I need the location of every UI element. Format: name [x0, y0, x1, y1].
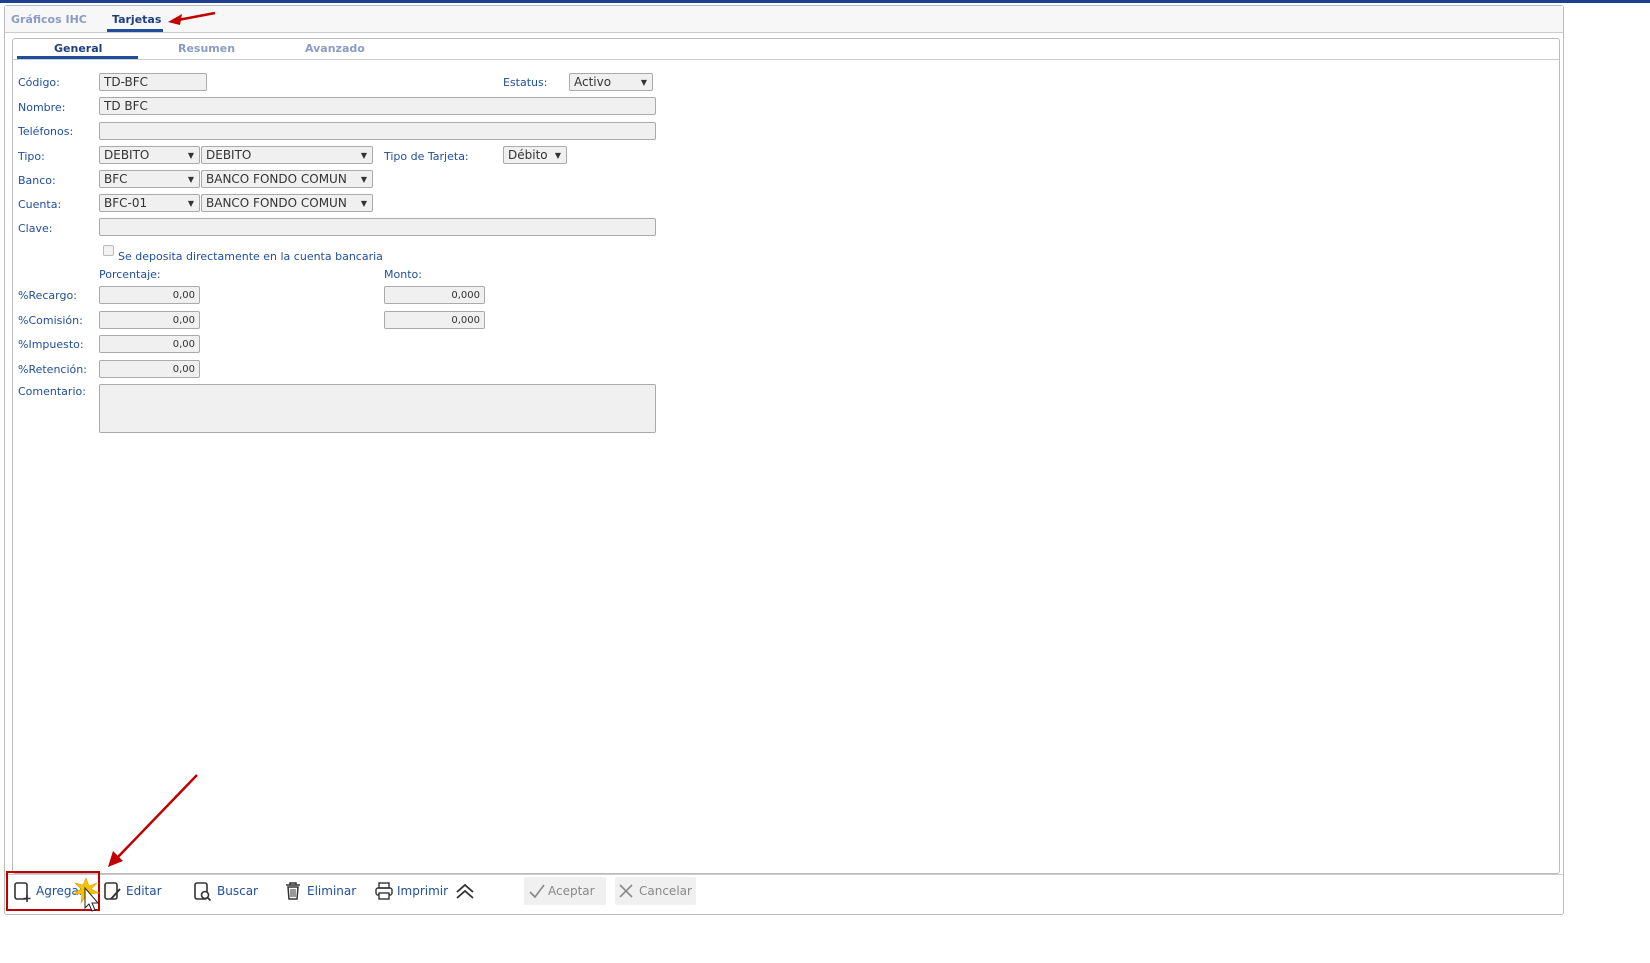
estatus-select[interactable]: Activo	[569, 73, 653, 91]
eliminar-button[interactable]: Eliminar	[307, 884, 356, 898]
deposita-label: Se deposita directamente en la cuenta ba…	[118, 250, 383, 263]
highlight-box	[6, 871, 100, 911]
banco-code-select[interactable]: BFC	[99, 170, 200, 188]
deposita-checkbox[interactable]	[103, 245, 114, 256]
aceptar-label: Aceptar	[548, 884, 595, 898]
tipo-desc-select[interactable]: DEBITO	[201, 146, 373, 164]
sub-tab-bar	[13, 39, 1559, 60]
tab-general[interactable]: General	[54, 42, 102, 55]
top-bar	[0, 0, 1650, 3]
search-icon	[194, 882, 212, 902]
tab-avanzado[interactable]: Avanzado	[305, 42, 365, 55]
tipo-code-select[interactable]: DEBITO	[99, 146, 200, 164]
cuenta-desc-select[interactable]: BANCO FONDO COMUN	[201, 194, 373, 212]
recargo-pct-input[interactable]: 0,00	[99, 286, 200, 304]
comision-label: %Comisión:	[18, 314, 83, 327]
porcentaje-label: Porcentaje:	[99, 268, 161, 281]
comentario-textarea[interactable]	[99, 384, 656, 433]
recargo-label: %Recargo:	[18, 289, 77, 302]
tipo-label: Tipo:	[18, 150, 45, 163]
clave-label: Clave:	[18, 222, 53, 235]
comision-monto-input[interactable]: 0,000	[384, 311, 485, 329]
tipo-tarjeta-label: Tipo de Tarjeta:	[384, 150, 469, 163]
nombre-input[interactable]: TD BFC	[99, 97, 656, 115]
tab-tarjetas[interactable]: Tarjetas	[112, 13, 161, 26]
editar-button[interactable]: Editar	[126, 884, 162, 898]
monto-label: Monto:	[384, 268, 422, 281]
retencion-pct-input[interactable]: 0,00	[99, 360, 200, 378]
close-icon	[619, 884, 633, 898]
impuesto-label: %Impuesto:	[18, 338, 84, 351]
banco-desc-value: BANCO FONDO COMUN	[206, 172, 347, 186]
collapse-chevrons-icon[interactable]	[454, 882, 476, 900]
banco-label: Banco:	[18, 174, 56, 187]
tipo-code-value: DEBITO	[104, 148, 150, 162]
codigo-input[interactable]: TD-BFC	[99, 73, 207, 91]
edit-icon	[104, 882, 121, 900]
tipo-tarjeta-select[interactable]: Débito	[503, 146, 567, 164]
comentario-label: Comentario:	[18, 385, 86, 398]
cuenta-code-select[interactable]: BFC-01	[99, 194, 200, 212]
nombre-label: Nombre:	[18, 101, 66, 114]
estatus-label: Estatus:	[503, 76, 548, 89]
telefonos-label: Teléfonos:	[18, 125, 74, 138]
buscar-button[interactable]: Buscar	[217, 884, 258, 898]
banco-code-value: BFC	[104, 172, 128, 186]
cancelar-label: Cancelar	[639, 884, 692, 898]
tipo-desc-value: DEBITO	[206, 148, 252, 162]
active-subtab-indicator	[17, 56, 138, 59]
retencion-label: %Retención:	[18, 363, 87, 376]
cuenta-desc-value: BANCO FONDO COMUN	[206, 196, 347, 210]
recargo-monto-input[interactable]: 0,000	[384, 286, 485, 304]
top-tab-bar	[5, 6, 1563, 33]
comision-pct-input[interactable]: 0,00	[99, 311, 200, 329]
imprimir-button[interactable]: Imprimir	[397, 884, 448, 898]
codigo-label: Código:	[18, 76, 60, 89]
check-icon	[529, 884, 545, 899]
tab-graficos-ihc[interactable]: Gráficos IHC	[11, 13, 87, 26]
telefonos-input[interactable]	[99, 122, 656, 140]
impuesto-pct-input[interactable]: 0,00	[99, 335, 200, 353]
cuenta-label: Cuenta:	[18, 198, 62, 211]
active-tab-indicator	[107, 29, 163, 32]
banco-desc-select[interactable]: BANCO FONDO COMUN	[201, 170, 373, 188]
tab-resumen[interactable]: Resumen	[178, 42, 235, 55]
trash-icon	[286, 882, 300, 900]
tipo-tarjeta-value: Débito	[508, 148, 548, 162]
cuenta-code-value: BFC-01	[104, 196, 148, 210]
print-icon	[375, 882, 393, 900]
estatus-value: Activo	[574, 75, 612, 89]
clave-input[interactable]	[99, 218, 656, 236]
